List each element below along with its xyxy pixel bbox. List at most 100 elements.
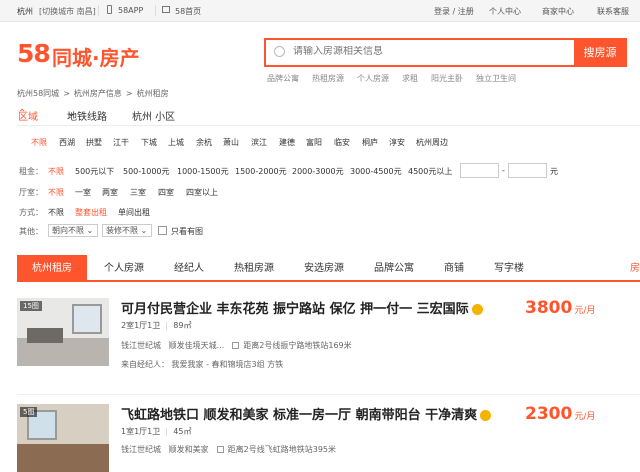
rent-option[interactable]: 500元以下 — [75, 166, 114, 177]
tab-safe[interactable]: 安选房源 — [304, 255, 344, 282]
photo-floor — [17, 444, 109, 472]
tab-agent[interactable]: 经纪人 — [174, 255, 204, 282]
images-only-label: 只看有图 — [171, 227, 203, 236]
listing-title[interactable]: 飞虹路地铁口 顺发和美家 标准一房一厅 朝南带阳台 干净清爽 — [121, 404, 492, 423]
listing-price: 2300 元/月 — [525, 404, 595, 424]
area-option[interactable]: 杭州周边 — [416, 137, 448, 148]
rent-option[interactable]: 4500元以上 — [408, 166, 452, 177]
hot-link[interactable]: 热租房源 — [312, 74, 344, 83]
orientation-select[interactable]: 朝向不限 ⌄ — [48, 224, 98, 237]
hot-link[interactable]: 品牌公寓 — [267, 74, 299, 83]
rent-option[interactable]: 500-1000元 — [123, 166, 170, 177]
app-link[interactable]: 58APP — [118, 6, 143, 15]
rent-option[interactable]: 不限 — [48, 166, 64, 177]
rent-option[interactable]: 3000-4500元 — [350, 166, 402, 177]
listing-item[interactable]: 5图 飞虹路地铁口 顺发和美家 标准一房一厅 朝南带阳台 干净清爽 1室1厅1卫… — [17, 404, 640, 472]
area-option[interactable]: 建德 — [279, 137, 295, 148]
listing-rooms: 1室1厅1卫 — [121, 427, 161, 436]
method-label: 方式： — [19, 208, 43, 217]
area-option[interactable]: 临安 — [334, 137, 350, 148]
tab-shop[interactable]: 商铺 — [444, 255, 464, 282]
area-option[interactable]: 桐庐 — [362, 137, 378, 148]
method-option[interactable]: 单间出租 — [118, 207, 150, 218]
hot-link[interactable]: 求租 — [402, 74, 418, 83]
listing-photo[interactable]: 5图 — [17, 404, 109, 472]
rooms-option[interactable]: 三室 — [130, 187, 146, 198]
search-input[interactable] — [293, 46, 563, 57]
current-city: 杭州 — [17, 7, 33, 16]
listing-tabs: 杭州租房 个人房源 经纪人 热租房源 安选房源 品牌公寓 商铺 写字楼 房 — [17, 255, 640, 282]
area-option[interactable]: 不限 — [31, 137, 47, 148]
tab-more[interactable]: 房 — [630, 255, 640, 282]
divider — [166, 321, 168, 330]
method-option[interactable]: 不限 — [48, 207, 64, 218]
verified-badge-icon — [471, 304, 483, 315]
listing-title[interactable]: 可月付民营企业 丰东花苑 振宁路站 保亿 押一付一 三宏国际 — [121, 298, 483, 317]
listing-distance: 距离2号线振宁路地铁站169米 — [243, 341, 352, 350]
rooms-option[interactable]: 不限 — [48, 187, 64, 198]
location-pin-icon — [216, 446, 224, 453]
tab-area[interactable]: 区域 ⌃ — [18, 108, 38, 123]
user-center-menu[interactable]: 个人中心 — [489, 6, 521, 17]
photo-sofa — [27, 328, 63, 343]
tab-brand-apartment[interactable]: 品牌公寓 — [374, 255, 414, 282]
area-option[interactable]: 滨江 — [251, 137, 267, 148]
rent-option[interactable]: 1000-1500元 — [177, 166, 229, 177]
breadcrumb-item[interactable]: 杭州58同城 — [17, 89, 59, 98]
site-logo[interactable]: 58 — [17, 39, 51, 68]
area-option[interactable]: 余杭 — [196, 137, 212, 148]
listing-location: 钱江世纪城 顺发佳境天城... 距离2号线振宁路地铁站169米 — [121, 340, 352, 351]
breadcrumb-item[interactable]: 杭州房产信息 — [74, 89, 122, 98]
area-option[interactable]: 富阳 — [306, 137, 322, 148]
breadcrumb-item[interactable]: 杭州租房 — [137, 89, 169, 98]
rent-max-input[interactable] — [508, 163, 547, 178]
tab-hangzhou-rent[interactable]: 杭州租房 — [17, 255, 87, 282]
area-option[interactable]: 下城 — [141, 137, 157, 148]
rent-min-input[interactable] — [460, 163, 499, 178]
listing-community[interactable]: 顺发和美家 — [169, 445, 209, 454]
hot-link[interactable]: 阳光主卧 — [431, 74, 463, 83]
tab-hot[interactable]: 热租房源 — [234, 255, 274, 282]
method-option[interactable]: 整套出租 — [75, 207, 107, 218]
listing-distance: 距离2号线飞虹路地铁站395米 — [227, 445, 336, 454]
rent-option[interactable]: 1500-2000元 — [235, 166, 287, 177]
area-options: 不限 西湖 拱墅 江干 下城 上城 余杭 萧山 滨江 建德 富阳 临安 桐庐 淳… — [17, 137, 640, 153]
price-value: 3800 — [525, 298, 573, 318]
tab-office[interactable]: 写字楼 — [494, 255, 524, 282]
area-option[interactable]: 拱墅 — [86, 137, 102, 148]
images-only-checkbox[interactable] — [158, 226, 167, 235]
listing-district[interactable]: 钱江世纪城 — [121, 341, 161, 350]
listing-community[interactable]: 顺发佳境天城... — [169, 341, 225, 350]
hot-link[interactable]: 独立卫生间 — [476, 74, 516, 83]
rooms-option[interactable]: 两室 — [102, 187, 118, 198]
divider — [166, 427, 168, 436]
listing-area: 45㎡ — [173, 427, 192, 436]
listing-meta: 2室1厅1卫 89㎡ — [121, 320, 191, 331]
switch-city-link[interactable]: [切换城市 南昌] — [39, 6, 96, 17]
merchant-center-menu[interactable]: 商家中心 — [542, 6, 574, 17]
area-option[interactable]: 淳安 — [389, 137, 405, 148]
login-register-link[interactable]: 登录 / 注册 — [434, 6, 474, 17]
contact-service-menu[interactable]: 联系客服 — [597, 6, 629, 17]
rent-option[interactable]: 2000-3000元 — [292, 166, 344, 177]
search-button[interactable]: 搜房源 — [574, 38, 626, 67]
hot-link[interactable]: 个人房源 — [357, 74, 389, 83]
tab-subway[interactable]: 地铁线路 ⌄ — [67, 108, 107, 123]
tab-personal[interactable]: 个人房源 — [104, 255, 144, 282]
listing-rooms: 2室1厅1卫 — [121, 321, 161, 330]
area-option[interactable]: 萧山 — [223, 137, 239, 148]
other-label: 其他： — [19, 227, 43, 236]
area-option[interactable]: 上城 — [168, 137, 184, 148]
listing-agent: 来自经纪人： 我爱我家 - 春和锦境店3组 方铁 — [121, 360, 284, 369]
decoration-select[interactable]: 装修不限 ⌄ — [102, 224, 152, 237]
rooms-option[interactable]: 四室以上 — [186, 187, 218, 198]
home-link[interactable]: 58首页 — [175, 6, 201, 17]
tab-community[interactable]: 杭州 小区 — [132, 108, 175, 123]
area-option[interactable]: 西湖 — [59, 137, 75, 148]
rooms-option[interactable]: 四室 — [158, 187, 174, 198]
area-option[interactable]: 江干 — [113, 137, 129, 148]
listing-district[interactable]: 钱江世纪城 — [121, 445, 161, 454]
listing-photo[interactable]: 15图 — [17, 298, 109, 366]
rooms-option[interactable]: 一室 — [75, 187, 91, 198]
listing-item[interactable]: 15图 可月付民营企业 丰东花苑 振宁路站 保亿 押一付一 三宏国际 2室1厅1… — [17, 298, 640, 394]
